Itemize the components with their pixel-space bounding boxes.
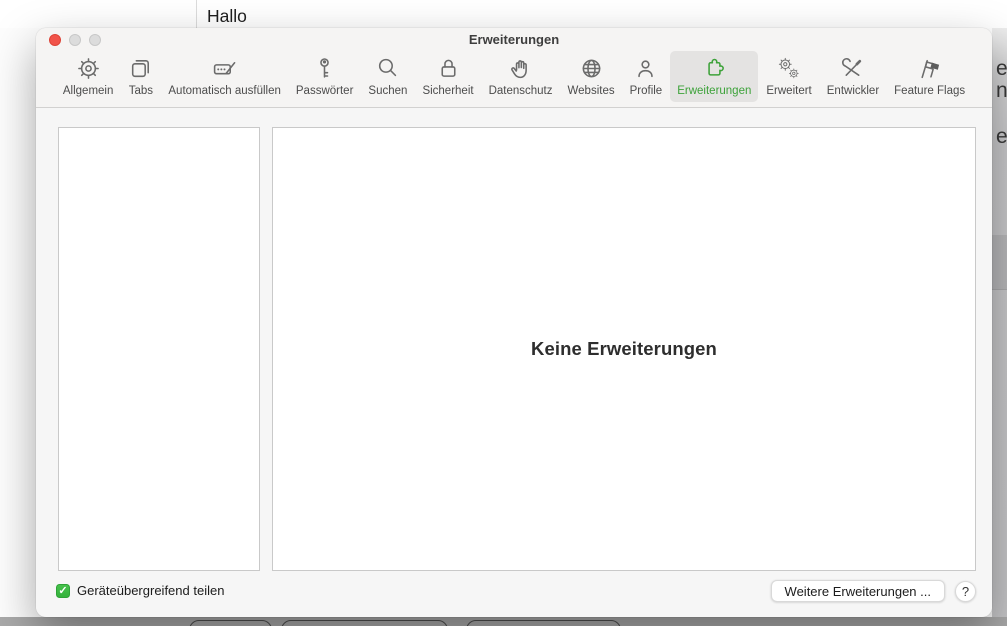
lock-icon xyxy=(436,55,461,82)
background-page-text: Hallo xyxy=(207,6,247,26)
tab-erweiterungen[interactable]: Erweiterungen xyxy=(670,51,759,102)
screen: Hallo e n e Erweiterungen Allgemein Tabs… xyxy=(0,0,1007,626)
settings-body: Keine Erweiterungen ✓ Geräteübergreifend… xyxy=(36,108,992,616)
window-title: Erweiterungen xyxy=(468,32,560,47)
background-button xyxy=(466,620,621,626)
tab-label: Erweitert xyxy=(766,85,812,97)
share-across-devices-checkbox[interactable]: ✓ xyxy=(56,583,70,598)
tab-sicherheit[interactable]: Sicherheit xyxy=(415,51,480,102)
tab-profile[interactable]: Profile xyxy=(623,51,670,102)
puzzle-icon xyxy=(702,55,727,82)
tab-label: Allgemein xyxy=(62,85,114,97)
empty-state-message: Keine Erweiterungen xyxy=(531,338,717,359)
background-text-fragment: e xyxy=(996,57,1007,80)
search-icon xyxy=(375,55,400,82)
safari-settings-window: Erweiterungen Allgemein Tabs Automatisch… xyxy=(36,28,992,617)
tab-websites[interactable]: Websites xyxy=(561,51,622,102)
background-page-top: Hallo xyxy=(0,0,1007,28)
tab-label: Suchen xyxy=(368,85,408,97)
share-across-devices-label: Geräteübergreifend teilen xyxy=(77,583,225,598)
extension-detail-panel: Keine Erweiterungen xyxy=(272,127,976,571)
tab-label: Profile xyxy=(629,85,663,97)
settings-toolbar: Allgemein Tabs Automatisch ausfüllen Pas… xyxy=(36,51,992,102)
help-button[interactable]: ? xyxy=(955,580,976,602)
background-text-fragment: e xyxy=(996,125,1007,148)
tab-automatisch-ausfuellen[interactable]: Automatisch ausfüllen xyxy=(161,51,288,102)
share-across-devices-row: ✓ Geräteübergreifend teilen xyxy=(56,583,224,598)
tab-allgemein[interactable]: Allgemein xyxy=(56,51,121,102)
tab-suchen[interactable]: Suchen xyxy=(361,51,414,102)
tab-entwickler[interactable]: Entwickler xyxy=(820,51,886,102)
tab-label: Datenschutz xyxy=(488,85,553,97)
tab-datenschutz[interactable]: Datenschutz xyxy=(482,51,560,102)
tab-feature-flags[interactable]: Feature Flags xyxy=(887,51,972,102)
background-button xyxy=(189,620,272,626)
flags-icon xyxy=(917,55,942,82)
hand-icon xyxy=(508,55,533,82)
background-page-right-edge: e n e xyxy=(992,28,1007,617)
background-text-fragment: n xyxy=(996,79,1007,102)
background-button xyxy=(281,620,448,626)
gear-icon xyxy=(76,55,101,82)
gears-icon xyxy=(777,55,802,82)
tools-icon xyxy=(840,55,865,82)
footer-bar: ✓ Geräteübergreifend teilen Weitere Erwe… xyxy=(36,571,992,616)
tab-label: Websites xyxy=(567,85,615,97)
background-page-bottom-edge xyxy=(0,617,1007,626)
extensions-list-panel xyxy=(58,127,260,571)
tab-passwoerter[interactable]: Passwörter xyxy=(289,51,361,102)
tab-label: Erweiterungen xyxy=(677,85,752,97)
more-extensions-button[interactable]: Weitere Erweiterungen ... xyxy=(770,580,945,602)
tab-label: Tabs xyxy=(128,85,154,97)
tabs-icon xyxy=(128,55,153,82)
tab-label: Feature Flags xyxy=(894,85,966,97)
autofill-icon xyxy=(212,55,237,82)
titlebar: Erweiterungen Allgemein Tabs Automatisch… xyxy=(36,28,992,108)
background-scrollbar-thumb xyxy=(992,235,1007,290)
key-icon xyxy=(312,55,337,82)
tab-tabs[interactable]: Tabs xyxy=(121,51,160,102)
tab-label: Automatisch ausfüllen xyxy=(168,85,281,97)
background-divider xyxy=(196,0,197,28)
person-icon xyxy=(633,55,658,82)
globe-icon xyxy=(579,55,604,82)
tab-erweitert[interactable]: Erweitert xyxy=(759,51,818,102)
tab-label: Sicherheit xyxy=(422,85,474,97)
tab-label: Passwörter xyxy=(295,85,354,97)
tab-label: Entwickler xyxy=(826,85,880,97)
